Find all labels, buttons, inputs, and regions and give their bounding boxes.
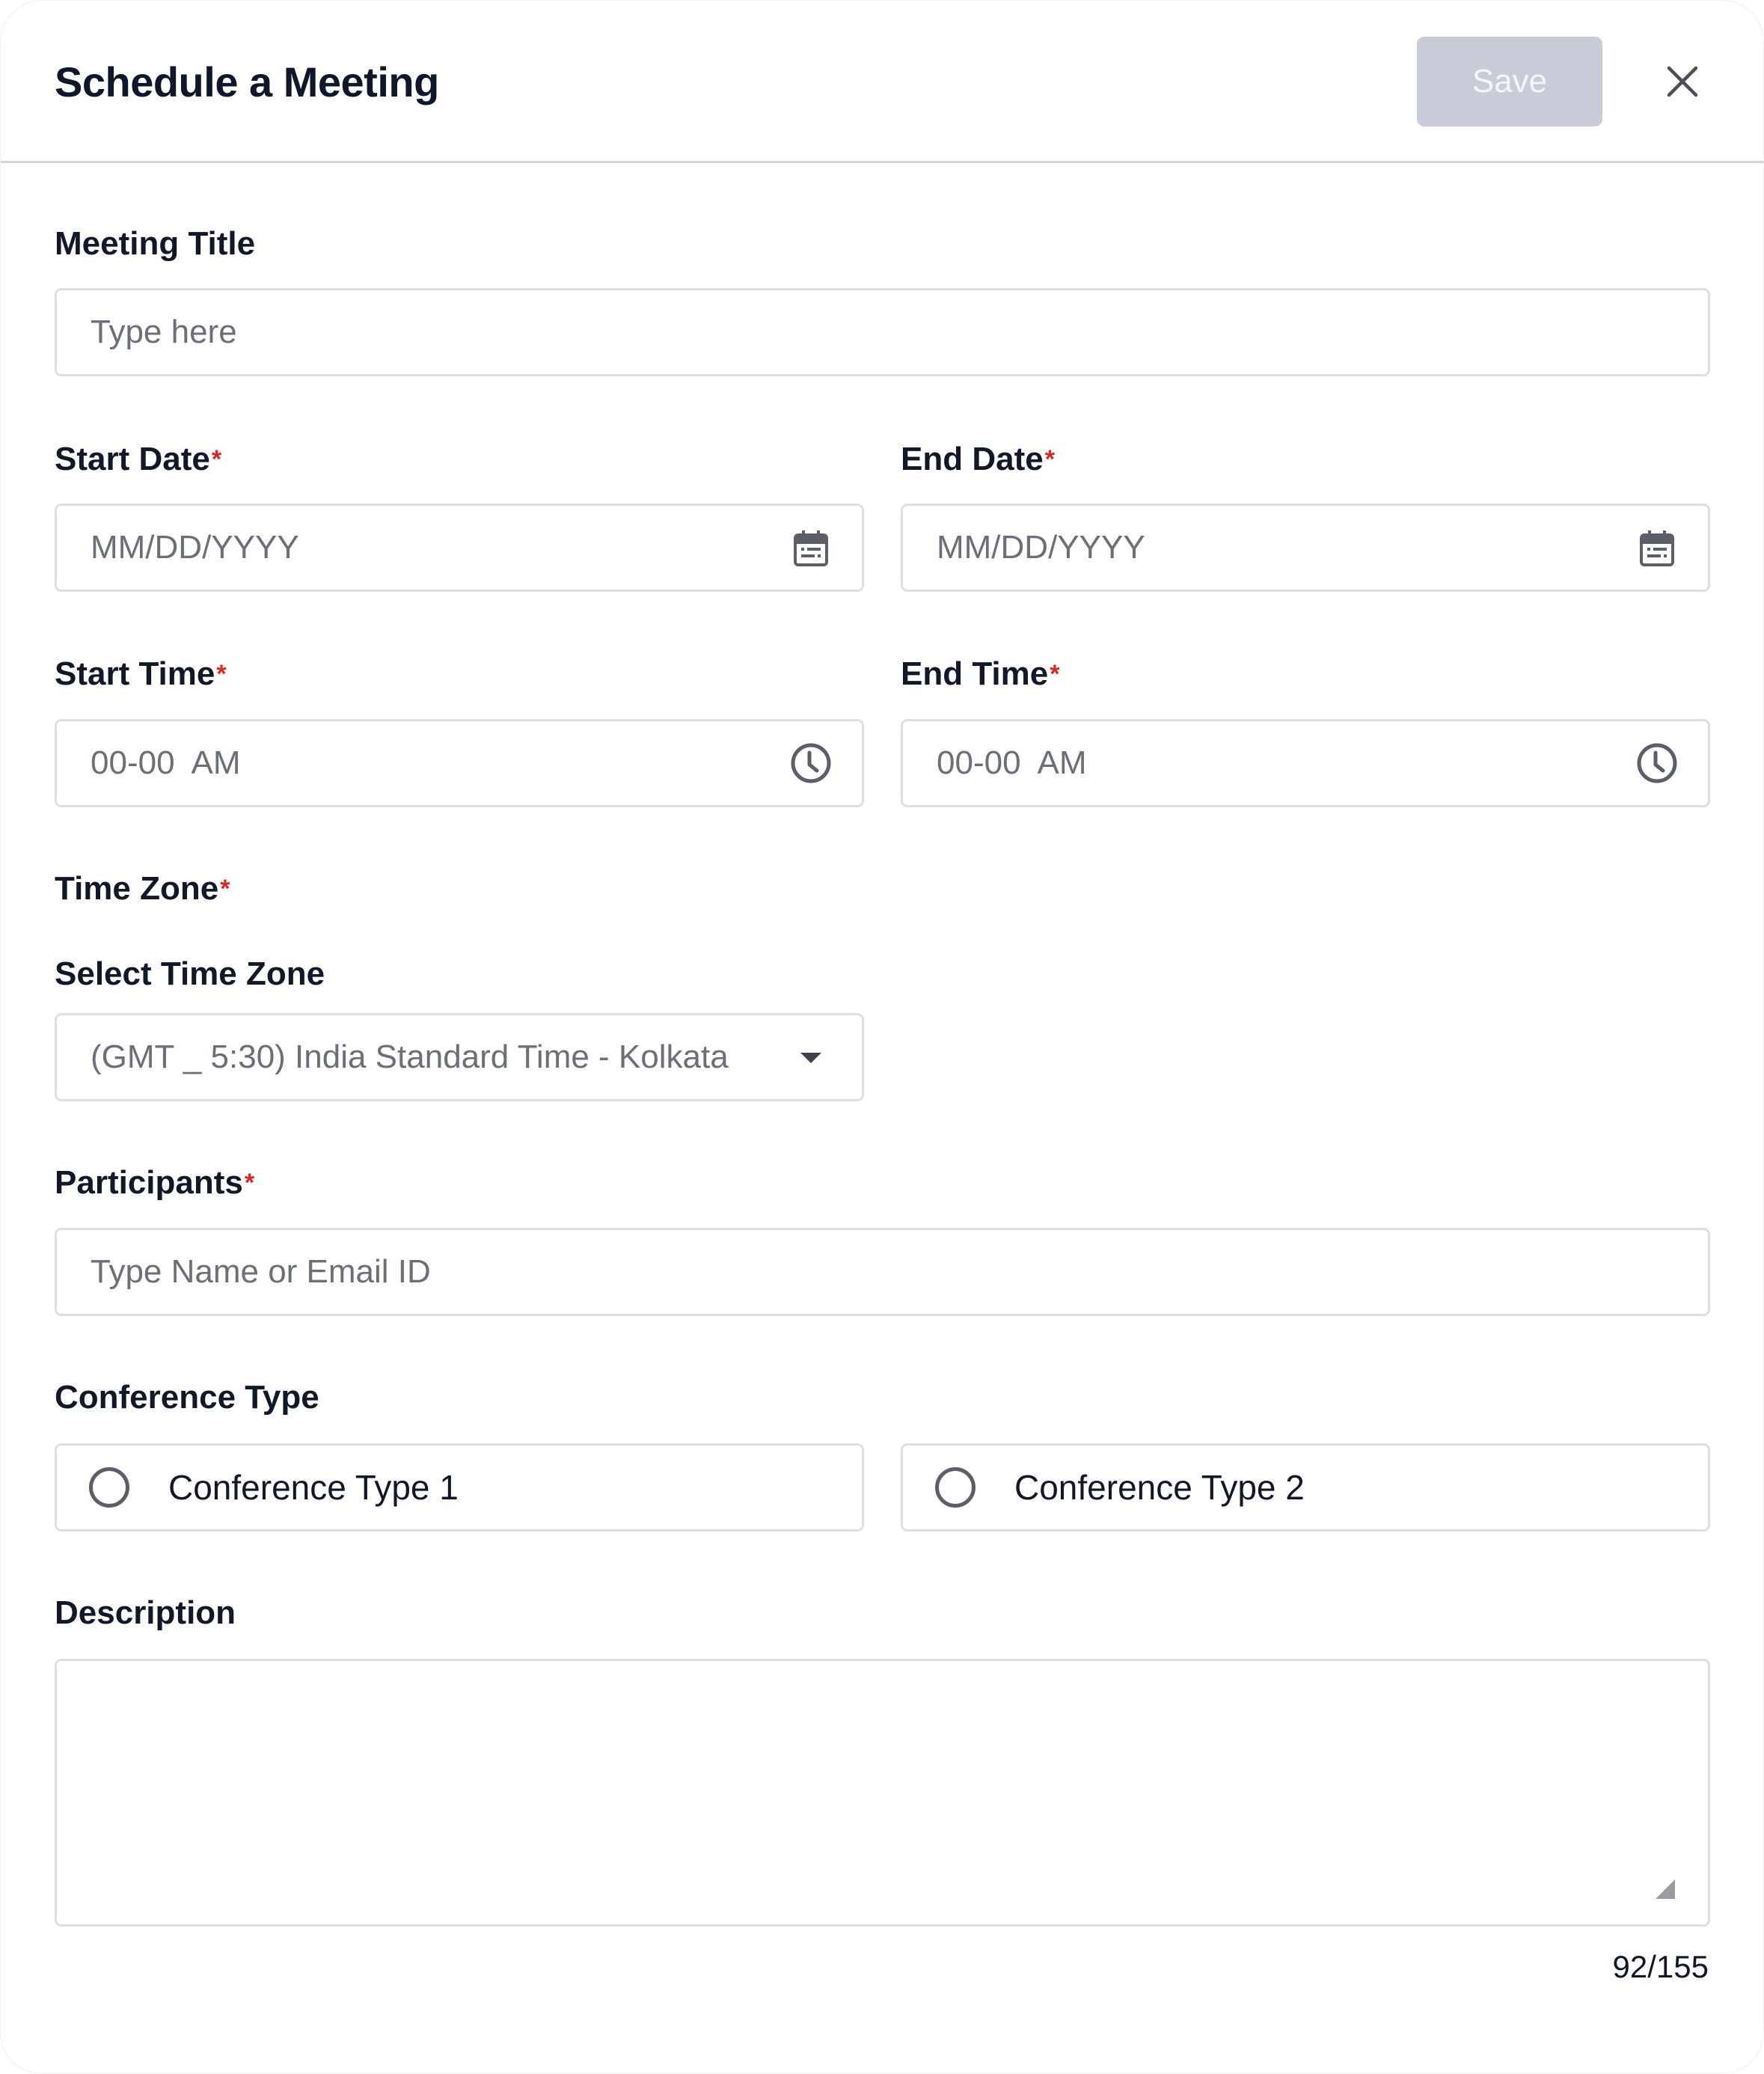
required-marker: *	[211, 445, 222, 474]
close-icon	[1667, 66, 1698, 97]
calendar-icon[interactable]	[1636, 527, 1678, 569]
conference-type-1-option[interactable]: Conference Type 1	[55, 1443, 864, 1532]
meeting-title-label: Meeting Title	[55, 224, 255, 264]
end-time-label-text: End Time	[901, 655, 1049, 692]
radio-unchecked-icon[interactable]	[935, 1467, 976, 1508]
clock-icon[interactable]	[790, 742, 832, 784]
start-date-label: Start Date*	[55, 439, 221, 480]
end-date-label-text: End Date	[901, 441, 1044, 477]
schedule-meeting-dialog: Schedule a Meeting Save Meeting Title Ty…	[0, 0, 1764, 2074]
dialog-title: Schedule a Meeting	[55, 58, 439, 105]
meeting-title-input[interactable]: Type here	[55, 288, 1710, 376]
conference-type-1-label: Conference Type 1	[168, 1468, 459, 1507]
caret-down-icon	[790, 1036, 832, 1078]
end-date-label: End Date*	[901, 439, 1055, 480]
radio-unchecked-icon[interactable]	[89, 1467, 129, 1508]
conference-type-2-label: Conference Type 2	[1014, 1468, 1305, 1507]
time-zone-selected-value: (GMT _ 5:30) India Standard Time - Kolka…	[91, 1038, 729, 1075]
description-label: Description	[55, 1594, 236, 1631]
select-time-zone-label: Select Time Zone	[55, 955, 325, 992]
start-time-input[interactable]: 00-00 AM	[55, 719, 864, 807]
participants-input[interactable]: Type Name or Email ID	[55, 1228, 1710, 1316]
time-zone-label: Time Zone*	[55, 869, 230, 909]
dialog-header: Schedule a Meeting Save	[1, 1, 1763, 163]
time-zone-label-text: Time Zone	[55, 870, 219, 907]
start-time-label-text: Start Time	[55, 655, 215, 692]
end-date-input[interactable]: MM/DD/YYYY	[901, 504, 1710, 592]
resize-handle-icon[interactable]	[1656, 1879, 1675, 1899]
required-marker: *	[1044, 445, 1055, 474]
close-button[interactable]	[1662, 61, 1703, 103]
clock-icon[interactable]	[1636, 742, 1678, 784]
meeting-title-label-text: Meeting Title	[55, 225, 256, 262]
start-time-placeholder: 00-00 AM	[91, 744, 241, 781]
start-time-label: Start Time*	[55, 654, 227, 694]
save-button[interactable]: Save	[1417, 37, 1602, 126]
character-counter: 92/155	[1612, 1949, 1709, 1984]
participants-label: Participants*	[55, 1163, 254, 1203]
description-textarea[interactable]	[55, 1659, 1710, 1927]
time-zone-select[interactable]: (GMT _ 5:30) India Standard Time - Kolka…	[55, 1013, 864, 1101]
meeting-title-placeholder: Type here	[91, 313, 237, 350]
end-time-label: End Time*	[901, 654, 1059, 694]
end-date-placeholder: MM/DD/YYYY	[937, 529, 1145, 566]
start-date-input[interactable]: MM/DD/YYYY	[55, 504, 864, 592]
start-date-placeholder: MM/DD/YYYY	[91, 529, 299, 566]
end-time-input[interactable]: 00-00 AM	[901, 719, 1710, 807]
participants-placeholder: Type Name or Email ID	[91, 1253, 431, 1290]
start-date-label-text: Start Date	[55, 441, 210, 477]
required-marker: *	[1050, 660, 1060, 688]
required-marker: *	[244, 1169, 255, 1197]
conference-type-label: Conference Type	[55, 1379, 319, 1416]
participants-label-text: Participants	[55, 1164, 243, 1201]
calendar-icon[interactable]	[790, 527, 832, 569]
end-time-placeholder: 00-00 AM	[937, 744, 1087, 781]
required-marker: *	[216, 660, 227, 688]
conference-type-2-option[interactable]: Conference Type 2	[901, 1443, 1710, 1532]
required-marker: *	[220, 875, 230, 903]
